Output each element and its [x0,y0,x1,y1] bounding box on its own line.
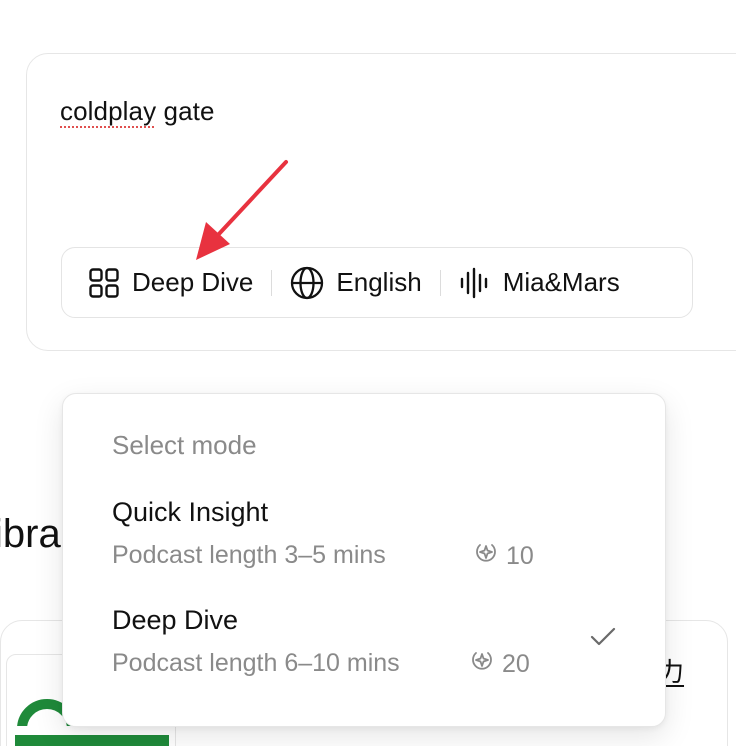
mode-dropdown: Select mode Quick Insight Podcast length… [62,393,666,727]
grid-icon [88,267,120,299]
credit-count: 10 [506,542,534,570]
mode-option-name: Deep Dive [112,605,239,635]
credit-count: 20 [502,650,530,678]
divider [271,269,273,296]
voice-selector-label: Mia&Mars [502,267,620,297]
globe-icon [290,266,324,300]
waveform-icon [459,267,491,299]
mode-option-description: Podcast length 3–5 mins [112,541,386,569]
app-stage: ibra 力 coldplay gate Deep Dive English M… [0,0,736,746]
divider [439,269,441,296]
prompt-input[interactable]: coldplay gate [60,96,215,127]
prompt-card: coldplay gate Deep Dive English Mia&Mars [26,53,736,351]
mode-option-credits: 10 [474,541,534,572]
mode-selector-label: Deep Dive [132,267,254,297]
mode-option-quick-insight[interactable]: Quick Insight Podcast length 3–5 mins 10 [112,497,632,587]
voice-selector-button[interactable]: Mia&Mars [459,267,620,299]
mode-option-name: Quick Insight [112,497,269,527]
language-selector-button[interactable]: English [290,266,422,300]
checkmark-icon [590,627,616,652]
prompt-text-rest: gate [156,96,215,126]
mode-option-description: Podcast length 6–10 mins [112,649,400,677]
mode-option-deep-dive[interactable]: Deep Dive Podcast length 6–10 mins 20 [112,605,632,695]
mode-selector-button[interactable]: Deep Dive [88,267,253,299]
mode-option-credits: 20 [470,649,530,680]
language-selector-label: English [336,267,422,297]
library-heading: ibra [0,512,61,556]
thumbnail-bar-shape [15,735,169,746]
dropdown-title: Select mode [112,430,257,460]
credit-icon [470,649,494,680]
misspelled-word: coldplay [60,96,157,126]
options-bar: Deep Dive English Mia&Mars [61,247,693,318]
credit-icon [474,541,498,572]
